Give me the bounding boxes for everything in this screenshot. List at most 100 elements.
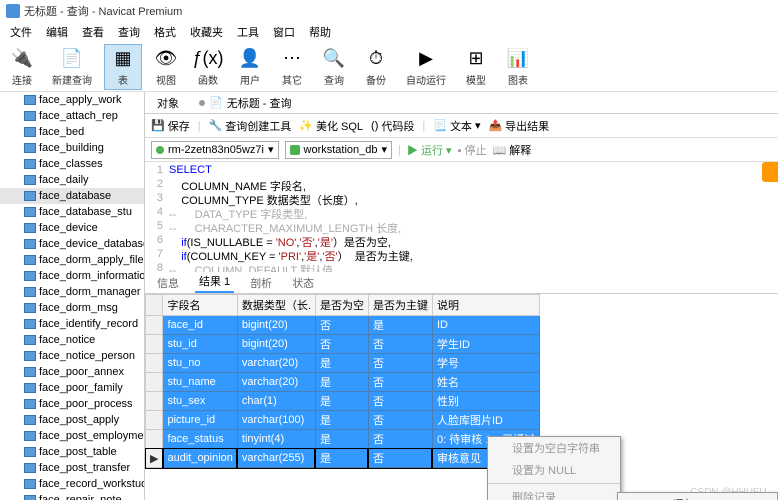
- cell[interactable]: 是: [315, 373, 368, 392]
- mi-insert[interactable]: Insert 语句: [618, 493, 777, 500]
- tree-item[interactable]: face_post_table: [0, 444, 144, 460]
- tool-新建查询[interactable]: 📄新建查询: [46, 44, 98, 90]
- cell[interactable]: 性别: [432, 392, 539, 411]
- cell[interactable]: stu_no: [163, 354, 237, 373]
- cell[interactable]: picture_id: [163, 411, 237, 430]
- sql-editor[interactable]: 1SELECT2 COLUMN_NAME 字段名,3 COLUMN_TYPE 数…: [145, 162, 778, 272]
- result-tab[interactable]: 剖析: [246, 273, 276, 293]
- cell[interactable]: varchar(20): [237, 373, 315, 392]
- tool-查询[interactable]: 🔍查询: [316, 44, 352, 90]
- menu-帮助[interactable]: 帮助: [303, 22, 337, 42]
- result-tab[interactable]: 信息: [153, 273, 183, 293]
- db-select[interactable]: workstation_db ▾: [285, 141, 393, 159]
- cell[interactable]: 是: [315, 354, 368, 373]
- cell[interactable]: varchar(20): [237, 354, 315, 373]
- tool-用户[interactable]: 👤用户: [232, 44, 268, 90]
- export-button[interactable]: 📤 导出结果: [488, 118, 549, 134]
- tree-item[interactable]: face_daily: [0, 172, 144, 188]
- cell[interactable]: 学号: [432, 354, 539, 373]
- tree-item[interactable]: face_post_transfer: [0, 460, 144, 476]
- col-header[interactable]: 是否为空: [315, 295, 368, 316]
- cell[interactable]: 否: [368, 373, 432, 392]
- cell[interactable]: 否: [368, 392, 432, 411]
- cell[interactable]: stu_id: [163, 335, 237, 354]
- cell[interactable]: 否: [368, 430, 432, 449]
- tree-item[interactable]: face_database_stu: [0, 204, 144, 220]
- col-header[interactable]: 是否为主键: [368, 295, 432, 316]
- tree-item[interactable]: face_record_workstudy: [0, 476, 144, 492]
- tree-item[interactable]: face_repair_note: [0, 492, 144, 500]
- cell[interactable]: face_status: [163, 430, 237, 449]
- tree-item[interactable]: face_dorm_msg: [0, 300, 144, 316]
- cell[interactable]: face_id: [163, 316, 237, 335]
- tool-其它[interactable]: ⋯其它: [274, 44, 310, 90]
- tree-item[interactable]: face_bed: [0, 124, 144, 140]
- tree-item[interactable]: face_identify_record: [0, 316, 144, 332]
- tree-item[interactable]: face_device: [0, 220, 144, 236]
- run-button[interactable]: ▶ 运行 ▾: [407, 142, 452, 158]
- tree-item[interactable]: face_dorm_apply_file: [0, 252, 144, 268]
- explain-button[interactable]: 📖 解释: [493, 142, 532, 158]
- tree-item[interactable]: face_notice: [0, 332, 144, 348]
- tab-query[interactable]: 📄无标题 - 查询: [191, 93, 299, 113]
- cell[interactable]: audit_opinion: [163, 449, 237, 468]
- menu-格式[interactable]: 格式: [148, 22, 182, 42]
- save-button[interactable]: 💾 保存: [151, 118, 190, 134]
- cell[interactable]: 人脸库图片ID: [432, 411, 539, 430]
- tree-item[interactable]: face_apply_work: [0, 92, 144, 108]
- cell[interactable]: 姓名: [432, 373, 539, 392]
- menu-编辑[interactable]: 编辑: [40, 22, 74, 42]
- cell[interactable]: 是: [315, 411, 368, 430]
- cell[interactable]: char(1): [237, 392, 315, 411]
- beautify-button[interactable]: ✨ 美化 SQL: [299, 118, 363, 134]
- result-tab[interactable]: 结果 1: [195, 271, 234, 293]
- col-header[interactable]: 字段名: [163, 295, 237, 316]
- menu-窗口[interactable]: 窗口: [267, 22, 301, 42]
- tool-函数[interactable]: ƒ(x)函数: [190, 44, 226, 90]
- cell[interactable]: stu_name: [163, 373, 237, 392]
- cell[interactable]: 是: [315, 430, 368, 449]
- col-header[interactable]: 说明: [432, 295, 539, 316]
- cell[interactable]: varchar(100): [237, 411, 315, 430]
- cell[interactable]: bigint(20): [237, 316, 315, 335]
- tree-item[interactable]: face_post_employmen: [0, 428, 144, 444]
- tree-item[interactable]: face_database: [0, 188, 144, 204]
- col-header[interactable]: 数据类型（长.: [237, 295, 315, 316]
- tool-视图[interactable]: 👁视图: [148, 44, 184, 90]
- server-select[interactable]: rm-2zetn83n05wz7i ▾: [151, 141, 279, 159]
- tree-item[interactable]: face_attach_rep: [0, 108, 144, 124]
- snippet-button[interactable]: () 代码段: [371, 118, 414, 134]
- cell[interactable]: 否: [315, 316, 368, 335]
- tree-item[interactable]: face_notice_person: [0, 348, 144, 364]
- tree-item[interactable]: face_building: [0, 140, 144, 156]
- cell[interactable]: 否: [368, 411, 432, 430]
- cell[interactable]: stu_sex: [163, 392, 237, 411]
- tree-item[interactable]: face_poor_annex: [0, 364, 144, 380]
- cell[interactable]: ID: [432, 316, 539, 335]
- cell[interactable]: 是: [315, 392, 368, 411]
- tree-item[interactable]: face_dorm_information: [0, 268, 144, 284]
- menu-工具[interactable]: 工具: [231, 22, 265, 42]
- tool-自动运行[interactable]: ▶自动运行: [400, 44, 452, 90]
- menu-查询[interactable]: 查询: [112, 22, 146, 42]
- tree-item[interactable]: face_device_database: [0, 236, 144, 252]
- cell[interactable]: 否: [368, 335, 432, 354]
- tree-item[interactable]: face_classes: [0, 156, 144, 172]
- tree-item[interactable]: face_poor_family: [0, 380, 144, 396]
- object-tree[interactable]: face_apply_workface_attach_repface_bedfa…: [0, 92, 145, 500]
- menu-文件[interactable]: 文件: [4, 22, 38, 42]
- cell[interactable]: 否: [315, 335, 368, 354]
- cell[interactable]: 否: [368, 449, 432, 468]
- tool-连接[interactable]: 🔌连接: [4, 44, 40, 90]
- tool-模型[interactable]: ⊞模型: [458, 44, 494, 90]
- cell[interactable]: varchar(255): [237, 449, 315, 468]
- result-grid[interactable]: 字段名数据类型（长.是否为空是否为主键说明face_idbigint(20)否是…: [145, 294, 778, 500]
- cell[interactable]: 是: [315, 449, 368, 468]
- cell[interactable]: 学生ID: [432, 335, 539, 354]
- cell[interactable]: 是: [368, 316, 432, 335]
- result-tab[interactable]: 状态: [288, 273, 318, 293]
- cell[interactable]: 否: [368, 354, 432, 373]
- text-button[interactable]: 📃 文本 ▾: [433, 118, 480, 134]
- builder-button[interactable]: 🔧 查询创建工具: [209, 118, 292, 134]
- context-submenu[interactable]: Insert 语句Update 语句制表符分隔值 (数据)制表符分隔值 (字段名…: [617, 492, 778, 500]
